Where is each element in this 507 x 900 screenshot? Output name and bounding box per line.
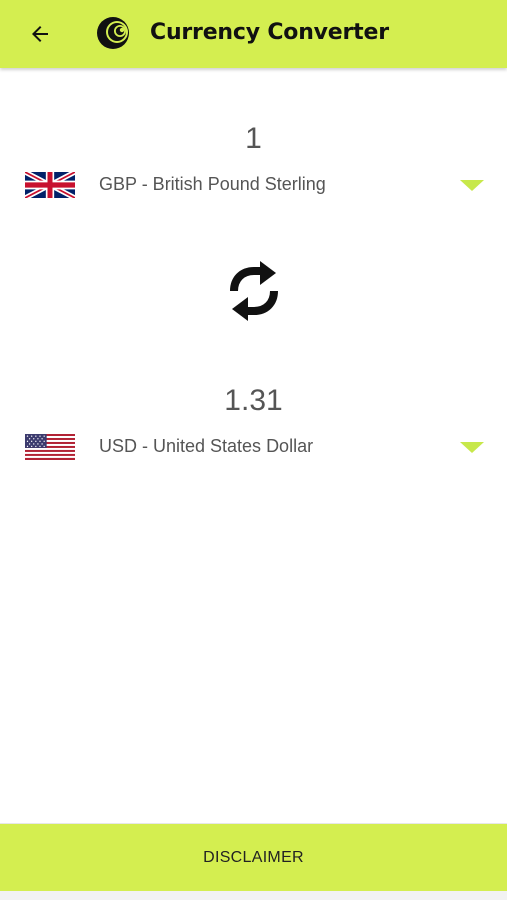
from-currency-dropdown[interactable]: GBP - British Pound Sterling [0,168,507,202]
from-amount-input[interactable] [0,122,507,156]
to-currency-dropdown[interactable]: USD - United States Dollar [0,430,507,464]
chevron-down-icon [460,180,484,191]
page-title: Currency Converter [150,20,389,45]
disclaimer-button[interactable]: DISCLAIMER [0,823,507,892]
app-logo-icon [97,17,129,49]
back-button[interactable] [24,18,56,50]
swap-refresh-icon[interactable] [226,261,282,321]
to-amount-input[interactable] [0,384,507,418]
us-flag-icon [25,434,75,460]
uk-flag-icon [25,172,75,198]
from-currency-label: GBP - British Pound Sterling [99,174,326,194]
chevron-down-icon [460,442,484,453]
to-currency-label: USD - United States Dollar [99,436,314,456]
app-bar: Currency Converter [0,0,507,68]
currency-converter-screen: Currency Converter GBP - British Pound S… [0,0,507,900]
arrow-left-icon [32,26,48,42]
disclaimer-label: DISCLAIMER [203,849,304,866]
bottom-divider [0,891,507,900]
